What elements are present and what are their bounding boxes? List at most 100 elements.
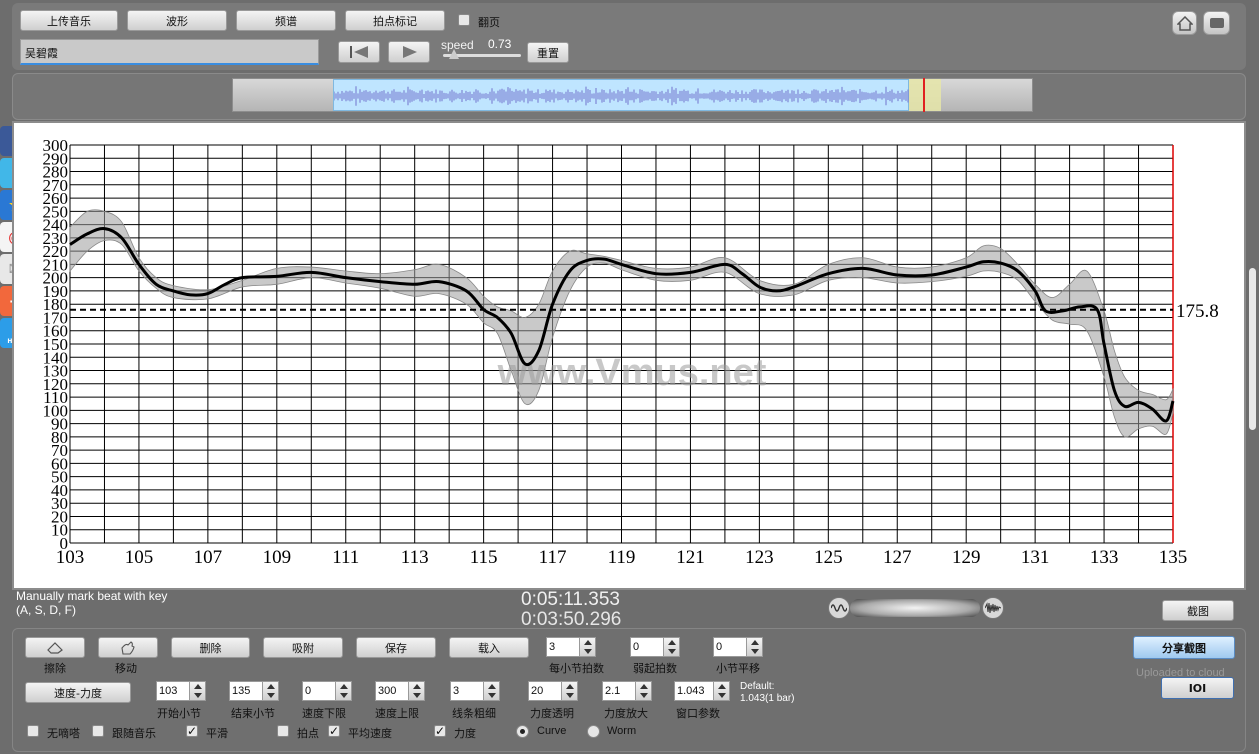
- stepper-arrows-icon[interactable]: [483, 682, 499, 700]
- default-line-2: 1.043(1 bar): [740, 693, 795, 704]
- stepper-arrows-icon[interactable]: [713, 682, 729, 700]
- beat-points-checkbox[interactable]: [277, 725, 289, 737]
- page-turn-checkbox[interactable]: [458, 14, 470, 26]
- force-scale-value: 2.1: [605, 685, 621, 697]
- load-button[interactable]: 载入: [449, 637, 529, 658]
- song-title-field[interactable]: 吴碧霞: [20, 39, 319, 65]
- curve-label: Curve: [537, 725, 567, 737]
- avg-tempo-checkbox[interactable]: ✓: [328, 725, 340, 737]
- x-tick-label: 105: [125, 547, 154, 568]
- mini-waveform-trace: [333, 86, 909, 106]
- follow-music-checkbox[interactable]: [92, 725, 104, 737]
- speed-slider-thumb[interactable]: [449, 49, 459, 59]
- upbeat-stepper[interactable]: 0: [630, 637, 680, 657]
- beat-mark-button[interactable]: 拍点标记: [345, 10, 445, 31]
- ioi-button[interactable]: IOI: [1161, 677, 1234, 699]
- waveform-overview[interactable]: [232, 78, 1033, 112]
- end-bar-stepper[interactable]: 135: [229, 681, 279, 701]
- line-width-value: 3: [453, 685, 460, 697]
- x-tick-label: 107: [194, 547, 223, 568]
- play-button[interactable]: [388, 41, 430, 63]
- x-tick-label: 117: [539, 547, 567, 568]
- current-time: 0:05:11.353: [521, 589, 620, 610]
- waveform-selection[interactable]: [333, 79, 909, 111]
- start-bar-stepper[interactable]: 103: [156, 681, 206, 701]
- tempo-min-stepper[interactable]: 0: [302, 681, 352, 701]
- previous-button[interactable]: [338, 41, 380, 63]
- worm-radio[interactable]: [587, 725, 600, 738]
- waveform-button[interactable]: 波形: [127, 10, 227, 31]
- x-tick-label: 115: [470, 547, 498, 568]
- zoom-out-button[interactable]: [828, 597, 850, 619]
- force-opacity-label: 力度透明: [530, 707, 574, 720]
- force-opacity-stepper[interactable]: 20: [528, 681, 578, 701]
- end-bar-label: 结束小节: [231, 707, 275, 720]
- check-icon: ✓: [186, 724, 198, 738]
- stepper-arrows-icon[interactable]: [335, 682, 351, 700]
- watermark: www.Vmus.net: [497, 352, 767, 394]
- tempo-force-button[interactable]: 速度-力度: [25, 682, 131, 703]
- x-tick-label: 113: [401, 547, 429, 568]
- tempo-chart[interactable]: www.Vmus.net 175.8 010203040506070809010…: [14, 123, 1244, 588]
- mini-waveform: [333, 86, 909, 106]
- line-width-label: 线条粗细: [452, 707, 496, 720]
- force-scale-stepper[interactable]: 2.1: [602, 681, 652, 701]
- save-button[interactable]: 保存: [356, 637, 436, 658]
- stepper-arrows-icon[interactable]: [262, 682, 278, 700]
- vertical-scrollbar[interactable]: [1249, 268, 1256, 430]
- stepper-arrows-icon[interactable]: [579, 638, 595, 656]
- worm-label: Worm: [607, 725, 637, 737]
- check-icon: ✓: [328, 724, 340, 738]
- stepper-arrows-icon[interactable]: [635, 682, 651, 700]
- no-click-checkbox[interactable]: [27, 725, 39, 737]
- stepper-arrows-icon[interactable]: [408, 682, 424, 700]
- line-width-stepper[interactable]: 3: [450, 681, 500, 701]
- stepper-arrows-icon[interactable]: [663, 638, 679, 656]
- zoom-in-button[interactable]: [982, 597, 1004, 619]
- smooth-checkbox[interactable]: ✓: [186, 725, 198, 737]
- avg-tempo-label: 平均速度: [348, 727, 392, 740]
- upbeat-value: 0: [633, 641, 640, 653]
- chart-grid: [69, 144, 1174, 544]
- zoom-slider[interactable]: [850, 599, 980, 617]
- end-bar-value: 135: [232, 685, 251, 697]
- beats-per-bar-stepper[interactable]: 3: [546, 637, 596, 657]
- fullscreen-button[interactable]: [1203, 11, 1230, 35]
- waveform-playhead[interactable]: [923, 78, 925, 112]
- erase-tool-button[interactable]: [25, 637, 85, 658]
- play-icon: [403, 46, 417, 58]
- upload-music-button[interactable]: 上传音乐: [20, 10, 118, 31]
- delete-button[interactable]: 删除: [171, 637, 250, 658]
- curve-radio[interactable]: [516, 725, 529, 738]
- song-title-text: 吴碧霞: [25, 47, 58, 60]
- speed-slider[interactable]: [443, 49, 521, 59]
- spectrum-button[interactable]: 频谱: [236, 10, 336, 31]
- stepper-arrows-icon[interactable]: [189, 682, 205, 700]
- tempo-max-stepper[interactable]: 300: [375, 681, 425, 701]
- sine-wave-icon: [831, 604, 847, 612]
- window-param-stepper[interactable]: 1.043: [674, 681, 730, 701]
- tempo-max-label: 速度上限: [375, 707, 419, 720]
- stepper-arrows-icon[interactable]: [746, 638, 762, 656]
- check-icon: ✓: [434, 724, 446, 738]
- move-tool-button[interactable]: [98, 637, 158, 658]
- screen-icon: [1209, 18, 1224, 28]
- page-turn-label: 翻页: [478, 16, 500, 29]
- default-line-1: Default:: [740, 681, 775, 692]
- reset-button[interactable]: 重置: [527, 42, 569, 63]
- beats-per-bar-label: 每小节拍数: [549, 662, 604, 675]
- x-axis-labels: 103 105 107 109 111 113 115 117 119 121 123 125 127 1…: [56, 547, 1188, 568]
- start-bar-label: 开始小节: [157, 707, 201, 720]
- tempo-max-value: 300: [378, 685, 397, 697]
- force-label: 力度: [454, 727, 476, 740]
- follow-music-label: 跟随音乐: [112, 727, 156, 740]
- force-checkbox[interactable]: ✓: [434, 725, 446, 737]
- home-button[interactable]: [1172, 11, 1197, 35]
- snap-button[interactable]: 吸附: [263, 637, 343, 658]
- bar-shift-stepper[interactable]: 0: [713, 637, 763, 657]
- screenshot-button[interactable]: 截图: [1162, 600, 1234, 621]
- stepper-arrows-icon[interactable]: [561, 682, 577, 700]
- bar-shift-value: 0: [716, 641, 723, 653]
- eraser-icon: [47, 641, 63, 654]
- share-screenshot-button[interactable]: 分享截图: [1133, 636, 1235, 659]
